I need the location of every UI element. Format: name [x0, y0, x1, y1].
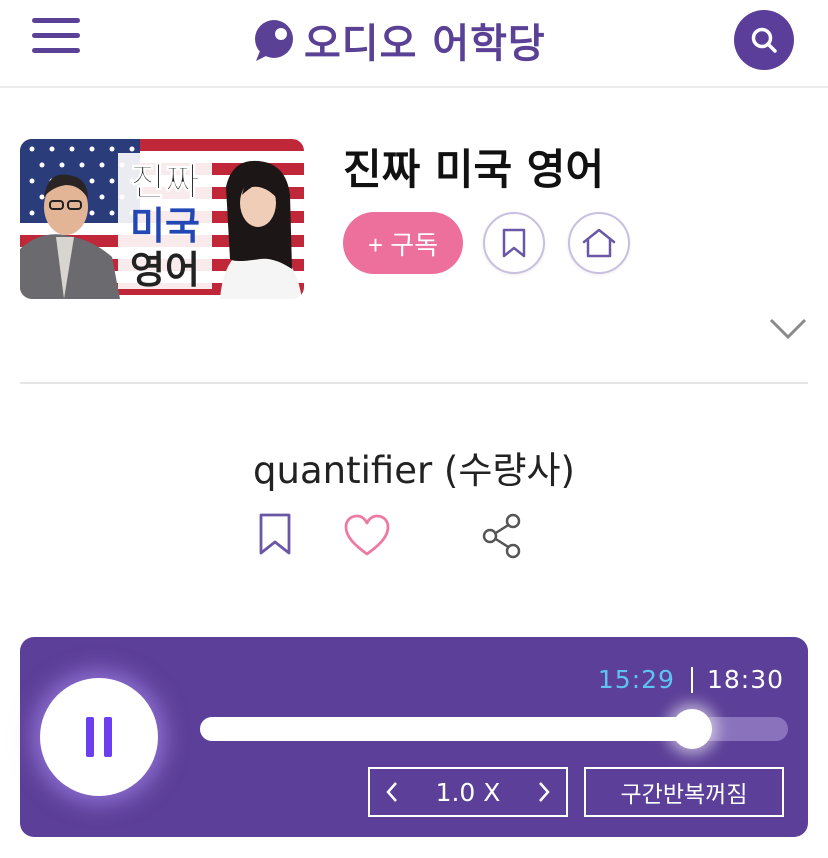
share-button[interactable]	[480, 512, 524, 564]
section-repeat-button[interactable]: 구간반복꺼짐	[584, 767, 784, 817]
chevron-right-icon	[539, 782, 550, 802]
program-thumbnail: 진짜 미국 영어	[20, 139, 304, 299]
bookmark-icon	[259, 513, 291, 555]
section-divider	[20, 382, 808, 384]
chevron-left-icon	[386, 782, 397, 802]
subscribe-button[interactable]: + 구독	[343, 212, 463, 274]
hamburger-menu-icon[interactable]	[32, 18, 80, 58]
heart-icon	[344, 514, 390, 556]
share-icon	[482, 513, 521, 559]
home-icon	[582, 228, 616, 258]
thumb-text-2: 미국	[130, 204, 200, 248]
logo-mark-icon	[255, 20, 293, 61]
like-button[interactable]	[343, 514, 391, 562]
thumb-text-3: 영어	[130, 248, 200, 292]
progress-fill	[200, 717, 692, 741]
play-pause-button[interactable]	[40, 678, 158, 796]
app-header: 오디오 어학당	[0, 0, 828, 88]
time-separator	[690, 666, 693, 693]
logo-text: 오디오 어학당	[304, 21, 546, 67]
episode-bookmark-button[interactable]	[258, 512, 292, 560]
episode-title: quantifier (수량사)	[253, 449, 575, 492]
program-bookmark-button[interactable]	[483, 212, 545, 274]
progress-bar[interactable]	[200, 709, 788, 749]
total-time: 18:30	[706, 665, 784, 694]
thumb-text-1: 진짜	[130, 160, 200, 204]
audio-player: 15:29 18:30 1.0 X 구간반복꺼짐	[20, 637, 808, 837]
search-icon	[751, 27, 777, 53]
speed-increase-button[interactable]	[522, 769, 566, 815]
speed-decrease-button[interactable]	[370, 769, 414, 815]
time-display: 15:29 18:30	[598, 665, 784, 694]
playback-speed-control: 1.0 X	[368, 767, 568, 817]
bookmark-icon	[502, 228, 526, 258]
program-home-button[interactable]	[568, 212, 630, 274]
pause-icon	[86, 717, 112, 757]
search-button[interactable]	[734, 10, 794, 70]
program-title: 진짜 미국 영어	[343, 145, 605, 194]
chevron-down-icon[interactable]	[768, 316, 808, 342]
speed-value: 1.0 X	[435, 777, 501, 807]
app-logo[interactable]: 오디오 어학당	[252, 12, 546, 68]
current-time: 15:29	[597, 665, 675, 694]
progress-handle[interactable]	[672, 709, 712, 749]
